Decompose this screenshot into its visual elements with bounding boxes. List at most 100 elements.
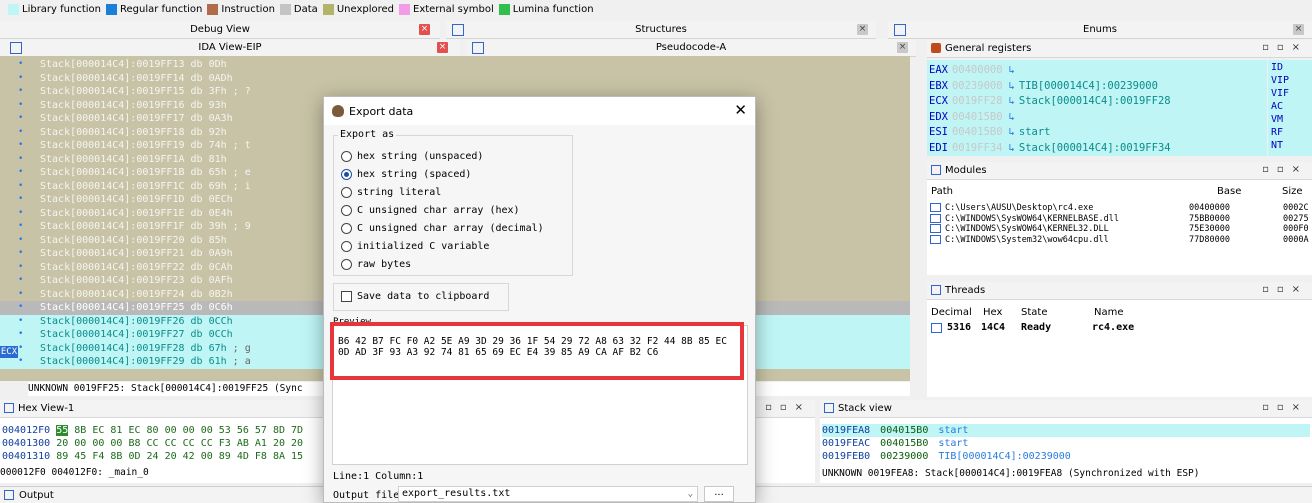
export-format-radio[interactable]: C unsigned char array (decimal) bbox=[341, 221, 544, 235]
register-row[interactable]: EDX 004015B0 ↳ bbox=[929, 109, 1019, 125]
legend-swatch bbox=[106, 3, 117, 15]
output-file-combobox[interactable]: export_results.txt ⌄ bbox=[398, 486, 698, 502]
listing-row[interactable]: • Stack[000014C4]:0019FF14 db 0ADh bbox=[0, 72, 910, 86]
threads-col-name: Name bbox=[1094, 307, 1124, 318]
threads-list[interactable]: Decimal Hex State Name 5316 14C4 Ready r… bbox=[927, 300, 1312, 397]
export-format-radio[interactable]: initialized C variable bbox=[341, 239, 489, 253]
register-row[interactable]: ESI 004015B0 ↳ start bbox=[929, 124, 1050, 140]
window-controls[interactable]: ▫▫× bbox=[1262, 284, 1308, 295]
tab-pseudocode[interactable]: Pseudocode-A × bbox=[466, 39, 916, 57]
radio-label: initialized C variable bbox=[357, 240, 490, 252]
close-icon[interactable]: × bbox=[437, 42, 448, 53]
register-row[interactable]: EAX 00400000 ↳ bbox=[929, 62, 1019, 78]
listing-text: Stack[000014C4]:0019FF27 db 0CCh bbox=[40, 328, 233, 342]
module-icon bbox=[930, 234, 941, 244]
listing-text: Stack[000014C4]:0019FF1A db 81h bbox=[40, 153, 227, 167]
legend-item: Unexplored bbox=[322, 3, 394, 15]
pseudocode-icon bbox=[472, 42, 484, 54]
module-row[interactable]: C:\WINDOWS\System32\wow64cpu.dll bbox=[930, 234, 1109, 245]
chevron-down-icon[interactable]: ⌄ bbox=[688, 487, 693, 501]
close-icon[interactable]: × bbox=[1293, 24, 1304, 35]
module-size: 0002C bbox=[1283, 203, 1309, 213]
register-value: 004015B0 bbox=[951, 126, 1003, 138]
close-icon[interactable]: ✕ bbox=[734, 102, 747, 118]
stack-row[interactable]: 0019FEAC 004015B0 start bbox=[822, 437, 1310, 450]
register-list[interactable]: EAX 00400000 ↳ EBX 00239000 ↳ TIB[000014C4]:00… bbox=[927, 60, 1267, 156]
module-icon bbox=[930, 213, 941, 223]
browse-button[interactable]: ... bbox=[704, 486, 734, 502]
window-controls[interactable]: ▫▫× bbox=[1262, 42, 1308, 53]
modules-list[interactable]: Path Base Size C:\Users\AUSU\Desktop\rc4… bbox=[927, 180, 1312, 275]
listing-code: Stack[000014C4]:0019FF13 db 0Dh bbox=[40, 59, 227, 70]
stack-symbol: start bbox=[938, 438, 969, 449]
hex-bytes: 20 00 00 00 B8 CC CC CC CC F3 AB A1 20 2… bbox=[56, 438, 304, 449]
dialog-titlebar: Export data ✕ bbox=[324, 97, 755, 125]
legend-swatch bbox=[322, 3, 334, 15]
export-as-label: Export as bbox=[338, 129, 397, 140]
module-base: 75E30000 bbox=[1189, 224, 1230, 234]
register-row[interactable]: ECX 0019FF28 ↳ Stack[000014C4]:0019FF28 bbox=[929, 93, 1171, 109]
listing-code: Stack[000014C4]:0019FF21 db 0A9h bbox=[40, 248, 233, 259]
listing-row[interactable]: • Stack[000014C4]:0019FF13 db 0Dh bbox=[0, 58, 910, 72]
color-legend: Library function Regular function Instruct… bbox=[0, 0, 1312, 18]
close-icon[interactable]: × bbox=[897, 42, 908, 53]
tab-structures[interactable]: Structures × bbox=[446, 21, 876, 39]
output-icon bbox=[4, 490, 14, 500]
radio-button[interactable] bbox=[341, 150, 352, 162]
listing-text: Stack[000014C4]:0019FF14 db 0ADh bbox=[40, 72, 233, 86]
listing-code: Stack[000014C4]:0019FF28 db 67h bbox=[40, 342, 227, 354]
save-to-clipboard-checkbox[interactable]: Save data to clipboard bbox=[341, 291, 489, 302]
radio-button[interactable] bbox=[341, 186, 352, 198]
radio-button[interactable] bbox=[341, 168, 352, 180]
stack-address: 0019FEAC bbox=[822, 438, 871, 449]
bullet-icon: • bbox=[18, 248, 24, 258]
module-row[interactable]: C:\WINDOWS\SysWOW64\KERNEL32.DLL bbox=[930, 224, 1109, 234]
radio-button[interactable] bbox=[341, 240, 352, 252]
window-controls[interactable]: ▫▫× bbox=[1262, 402, 1308, 413]
export-format-radio[interactable]: hex string (unspaced) bbox=[341, 149, 483, 163]
listing-text: Stack[000014C4]:0019FF15 db 3Fh ; ? bbox=[40, 85, 251, 99]
export-format-radio[interactable]: raw bytes bbox=[341, 257, 411, 271]
tab-debug-view[interactable]: Debug View × bbox=[0, 21, 440, 39]
export-format-radio[interactable]: hex string (spaced) bbox=[341, 167, 471, 181]
bullet-icon: • bbox=[18, 356, 24, 366]
bullet-icon: • bbox=[18, 194, 24, 204]
listing-code: Stack[000014C4]:0019FF29 db 61h bbox=[40, 356, 227, 367]
radio-button[interactable] bbox=[341, 258, 352, 270]
tab-pseudocode-label: Pseudocode-A bbox=[655, 42, 727, 53]
stack-row[interactable]: 0019FEB0 00239000 TIB[000014C4]:00239000 bbox=[822, 450, 1310, 463]
ecx-register-marker: ECX bbox=[0, 346, 18, 358]
hex-row[interactable]: 004012F0 55 8B EC 81 EC 80 00 00 00 53 5… bbox=[2, 424, 303, 437]
module-row[interactable]: C:\WINDOWS\SysWOW64\KERNELBASE.dll bbox=[930, 213, 1119, 224]
bullet-icon: • bbox=[18, 342, 24, 353]
hex-row[interactable]: 00401300 20 00 00 00 B8 CC CC CC CC F3 A… bbox=[2, 437, 303, 450]
flag-item: ID bbox=[1271, 62, 1284, 73]
checkbox-box[interactable] bbox=[341, 291, 352, 302]
listing-comment: ; e bbox=[226, 167, 251, 178]
arrow-icon: ↳ bbox=[1008, 110, 1015, 123]
window-controls[interactable]: ▫▫× bbox=[765, 402, 811, 413]
close-icon[interactable]: × bbox=[419, 24, 430, 35]
register-value: 00239000 bbox=[951, 79, 1003, 92]
register-row[interactable]: EBX 00239000 ↳ TIB[000014C4]:00239000 bbox=[929, 78, 1158, 94]
listing-code: Stack[000014C4]:0019FF1D db 0ECh bbox=[40, 194, 233, 205]
thread-icon bbox=[931, 323, 942, 333]
tab-enums[interactable]: Enums × bbox=[888, 21, 1312, 39]
radio-button[interactable] bbox=[341, 222, 352, 234]
tab-ida-view[interactable]: IDA View-EIP × bbox=[0, 39, 460, 57]
module-icon bbox=[930, 203, 941, 212]
listing-code: Stack[000014C4]:0019FF1C db 69h bbox=[40, 180, 227, 192]
module-row[interactable]: C:\Users\AUSU\Desktop\rc4.exe bbox=[930, 203, 1093, 213]
listing-code: Stack[000014C4]:0019FF25 db 0C6h bbox=[40, 302, 233, 313]
legend-label: Instruction bbox=[221, 3, 275, 15]
dialog-title: Export data bbox=[349, 104, 414, 118]
register-row[interactable]: EDI 0019FF34 ↳ Stack[000014C4]:0019FF34 bbox=[929, 140, 1171, 156]
radio-button[interactable] bbox=[341, 204, 352, 216]
hex-row[interactable]: 00401310 89 45 F4 8B 0D 24 20 42 00 89 4… bbox=[2, 450, 303, 463]
window-controls[interactable]: ▫▫× bbox=[1262, 164, 1308, 175]
close-icon[interactable]: × bbox=[857, 24, 868, 35]
export-format-radio[interactable]: C unsigned char array (hex) bbox=[341, 203, 520, 217]
stack-row[interactable]: 0019FEA8 004015B0 start bbox=[822, 424, 1310, 437]
export-format-radio[interactable]: string literal bbox=[341, 185, 441, 199]
stack-address: 0019FEA8 bbox=[822, 425, 871, 436]
